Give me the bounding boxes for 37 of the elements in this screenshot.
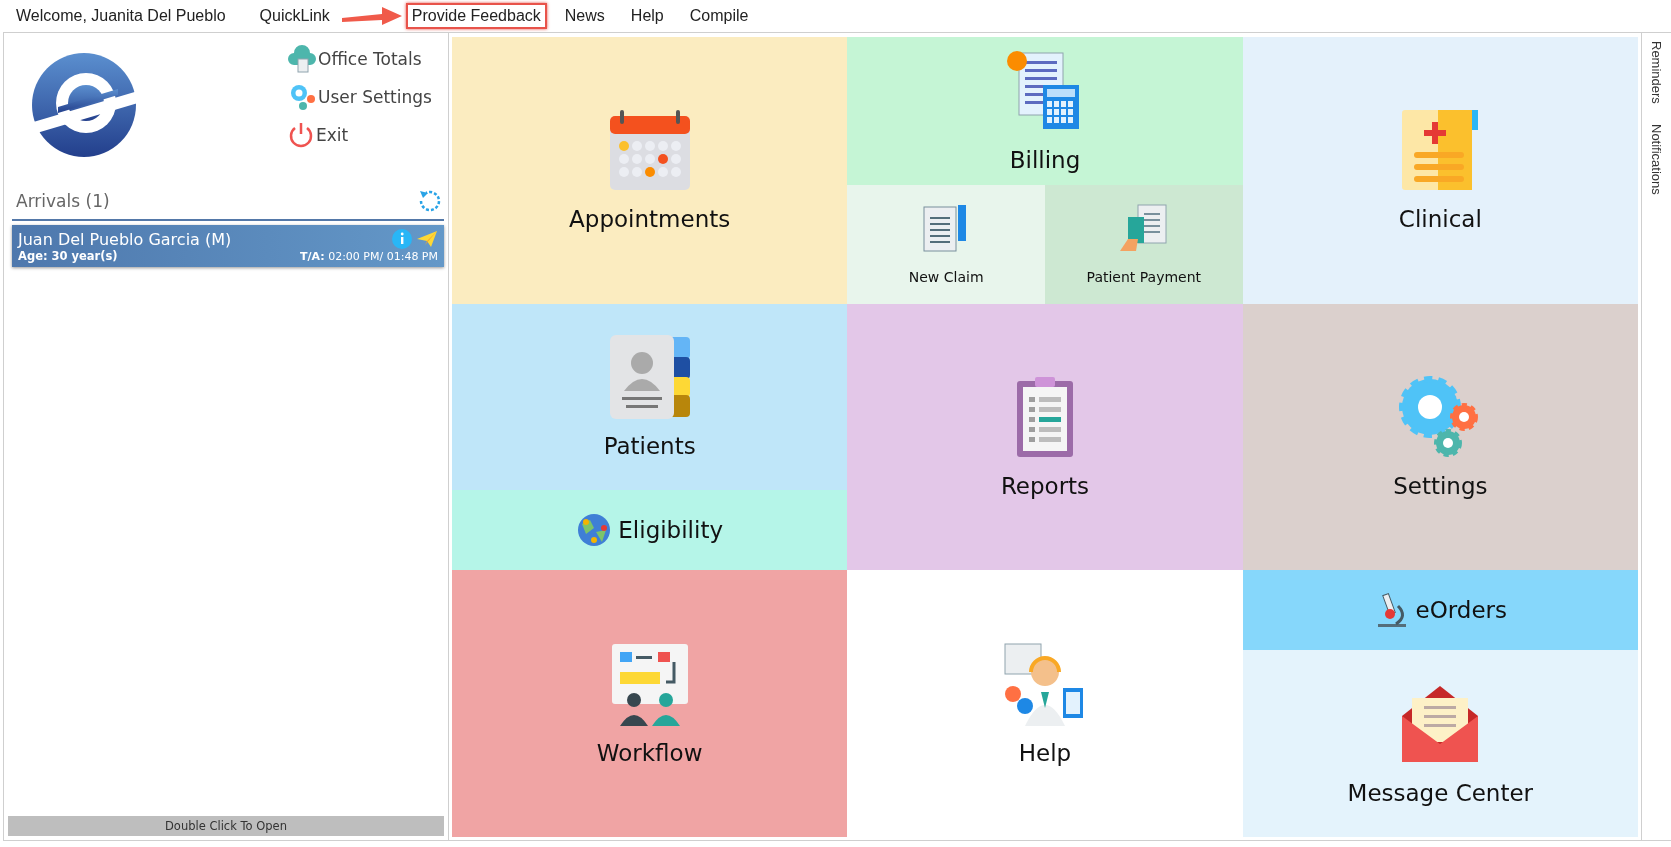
contact-book-icon bbox=[607, 335, 692, 419]
module-tile[interactable]: New Claim bbox=[847, 185, 1045, 304]
arrival-card[interactable]: Juan Del Pueblo Garcia (M) Age: 30 year(s) T/A: 02:00 PM/ 01:48 PM bbox=[12, 225, 444, 267]
module-tile[interactable]: Patient Payment bbox=[1045, 185, 1243, 304]
menu-link[interactable]: Compile bbox=[683, 3, 755, 29]
module-tile[interactable]: Message Center bbox=[1242, 650, 1638, 837]
menu-link[interactable]: Help bbox=[624, 3, 670, 29]
quick-action-link[interactable]: Office Totals bbox=[288, 43, 438, 75]
globe-icon bbox=[576, 512, 613, 549]
module-tile[interactable]: Billing bbox=[847, 37, 1243, 186]
patient-age: Age: 30 year(s) bbox=[18, 249, 118, 263]
module-tile[interactable]: Appointments bbox=[452, 37, 848, 304]
info-icon[interactable] bbox=[392, 229, 412, 249]
power-icon bbox=[288, 121, 314, 149]
menu-link[interactable]: News bbox=[558, 3, 611, 29]
welcome-text: Welcome, Juanita Del Pueblo bbox=[15, 6, 227, 26]
module-tile[interactable]: Eligibility bbox=[452, 490, 848, 571]
quick-action-link[interactable]: Exit bbox=[288, 119, 438, 151]
patient-name: Juan Del Pueblo Garcia (M) bbox=[18, 229, 232, 249]
cloud-document-icon bbox=[288, 45, 316, 73]
module-tile[interactable]: Patients bbox=[452, 303, 848, 491]
arrival-times: T/A: 02:00 PM/ 01:48 PM bbox=[300, 249, 438, 263]
menu-link[interactable]: Provide Feedback bbox=[405, 3, 547, 29]
annotation-arrow bbox=[339, 5, 404, 27]
module-tile[interactable]: Clinical bbox=[1242, 37, 1638, 304]
module-tile[interactable]: Settings bbox=[1242, 303, 1638, 571]
footer-hint: Double Click To Open bbox=[165, 819, 287, 833]
arrivals-title: Arrivals (1) bbox=[16, 191, 110, 211]
side-tab[interactable]: Reminders bbox=[1649, 41, 1664, 104]
paper-plane-icon[interactable] bbox=[416, 229, 438, 249]
quick-action-link[interactable]: User Settings bbox=[288, 81, 438, 113]
module-tile[interactable]: Reports bbox=[847, 303, 1243, 571]
module-tile[interactable]: eOrders bbox=[1242, 570, 1638, 651]
menu-link[interactable]: QuickLink bbox=[253, 3, 336, 29]
side-tab[interactable]: Notifications bbox=[1649, 123, 1664, 195]
module-tile[interactable]: Workflow bbox=[452, 570, 848, 837]
calendar-icon bbox=[607, 108, 692, 193]
